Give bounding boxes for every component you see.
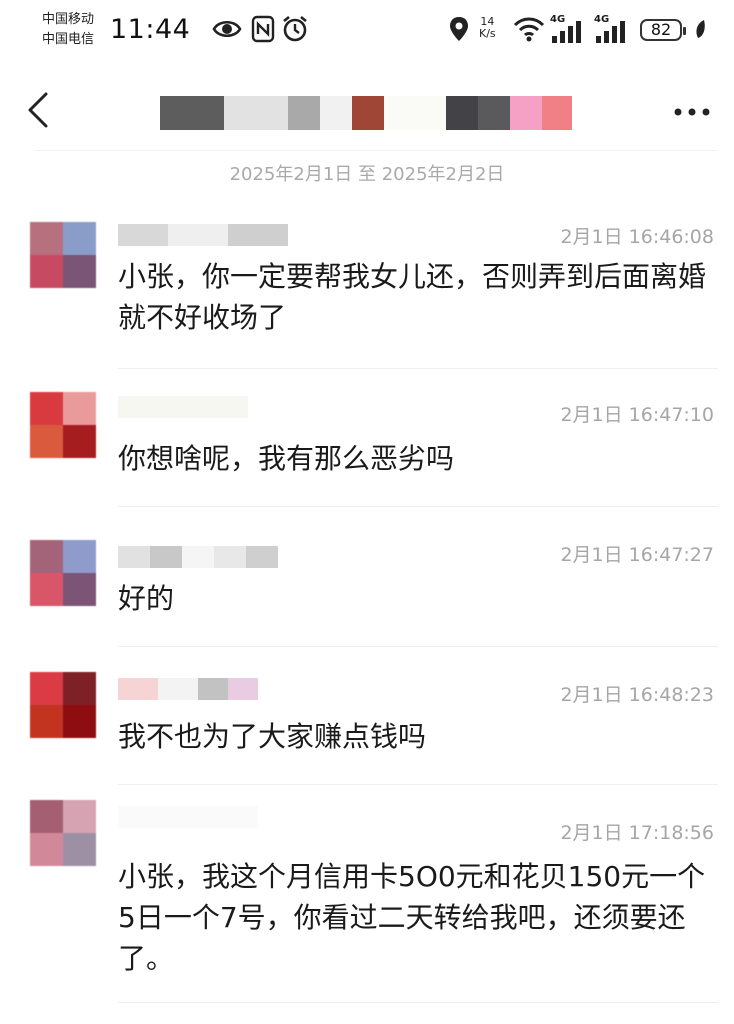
net-speed: 14 K/s (479, 16, 496, 40)
message-divider (118, 784, 718, 785)
carrier-info: 中国移动 中国电信 (42, 10, 94, 50)
chevron-left-icon[interactable] (20, 88, 60, 132)
status-clock: 11:44 (110, 14, 191, 45)
redacted-sender-name (118, 546, 278, 568)
avatar[interactable] (30, 222, 96, 288)
location-icon (450, 17, 468, 41)
eye-icon (212, 20, 242, 38)
avatar[interactable] (30, 800, 96, 866)
more-dots-icon[interactable] (668, 96, 716, 126)
net-speed-unit: K/s (479, 27, 496, 40)
status-bar: 中国移动 中国电信 11:44 14 K/s 4G 4G 82 (0, 0, 734, 62)
avatar[interactable] (30, 392, 96, 458)
redacted-sender-name (118, 806, 258, 828)
message-time: 2月1日 16:47:10 (560, 404, 714, 426)
avatar[interactable] (30, 672, 96, 738)
message-text: 小张，我这个月信用卡5O0元和花贝150元一个5日一个7号，你看过二天转给我吧，… (118, 860, 706, 975)
message-divider (118, 646, 718, 647)
redacted-sender-name (118, 224, 288, 246)
message-divider (118, 1002, 718, 1003)
carrier-2: 中国电信 (42, 32, 95, 47)
alarm-icon (283, 15, 307, 42)
message-text: 我不也为了大家赚点钱吗 (118, 720, 427, 753)
battery-icon: 82 (640, 19, 686, 41)
message-divider (118, 506, 718, 507)
signal-icon: 4G (550, 14, 588, 44)
date-range-label: 2025年2月1日 至 2025年2月2日 (229, 164, 505, 185)
message-time: 2月1日 16:46:08 (560, 226, 714, 248)
message-time: 2月1日 17:18:56 (560, 822, 714, 844)
redacted-chat-title (160, 96, 572, 130)
message-text: 你想啥呢，我有那么恶劣吗 (118, 442, 455, 475)
avatar[interactable] (30, 540, 96, 606)
message-text: 好的 (118, 582, 175, 615)
redacted-sender-name (118, 678, 258, 700)
wifi-icon (513, 17, 545, 42)
header-divider (34, 150, 718, 151)
chat-header (0, 62, 734, 162)
nfc-icon (251, 15, 275, 43)
message-divider (118, 368, 718, 369)
message-time: 2月1日 16:47:27 (560, 544, 714, 566)
message-time: 2月1日 16:48:23 (560, 684, 714, 706)
leaf-icon (696, 20, 705, 38)
carrier-1: 中国移动 (42, 12, 95, 27)
signal-icon-2: 4G (594, 14, 632, 44)
redacted-sender-name (118, 396, 248, 418)
message-text: 小张，你一定要帮我女儿还，否则弄到后面离婚就不好收场了 (118, 260, 707, 334)
